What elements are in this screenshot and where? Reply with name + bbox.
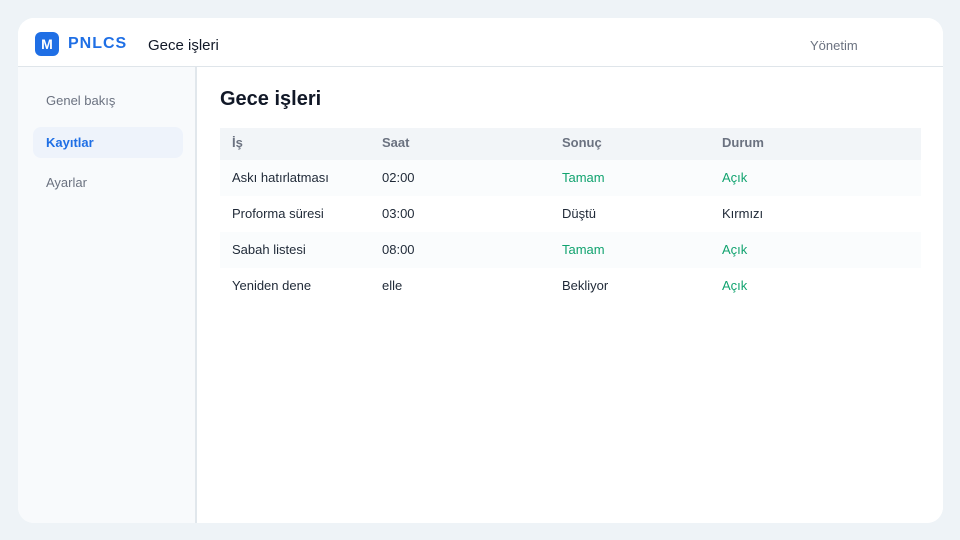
time-cell: elle	[382, 278, 403, 293]
column-header-job: İş	[232, 135, 243, 150]
sidebar-item-settings[interactable]: Ayarlar	[33, 167, 183, 198]
job-cell: Askı hatırlatması	[232, 170, 329, 185]
time-cell: 03:00	[382, 206, 415, 221]
top-bar: M PNLCS Gece işleri Yönetim	[18, 18, 943, 67]
table-header-row: İş Saat Sonuç Durum	[220, 128, 921, 160]
table-row[interactable]: Sabah listesi 08:00 Tamam Açık	[220, 232, 921, 268]
page-title: Gece işleri	[220, 88, 322, 110]
status-cell: Açık	[722, 278, 748, 293]
table-row[interactable]: Proforma süresi 03:00 Düştü Kırmızı	[220, 196, 921, 232]
result-cell: Tamam	[562, 170, 605, 185]
result-cell: Düştü	[562, 206, 596, 221]
column-header-status: Durum	[722, 135, 764, 150]
sidebar-item-overview[interactable]: Genel bakış	[33, 85, 183, 116]
time-cell: 08:00	[382, 242, 415, 257]
app-window: M PNLCS Gece işleri Yönetim Genel bakış …	[18, 18, 943, 523]
status-cell: Açık	[722, 170, 748, 185]
result-cell: Bekliyor	[562, 278, 609, 293]
page-heading: Gece işleri	[148, 37, 219, 54]
column-header-time: Saat	[382, 135, 410, 150]
admin-link[interactable]: Yönetim	[810, 38, 858, 54]
status-cell: Açık	[722, 242, 748, 257]
table-row[interactable]: Askı hatırlatması 02:00 Tamam Açık	[220, 160, 921, 196]
sidebar: Genel bakış Kayıtlar Ayarlar	[18, 67, 197, 523]
jobs-table: İş Saat Sonuç Durum Askı hatırlatması 02…	[220, 128, 921, 304]
job-cell: Yeniden dene	[232, 278, 312, 293]
job-cell: Sabah listesi	[232, 242, 306, 257]
brand-logo-icon: M	[35, 32, 59, 56]
table-row[interactable]: Yeniden dene elle Bekliyor Açık	[220, 268, 921, 304]
brand-name: PNLCS	[68, 35, 128, 52]
status-cell: Kırmızı	[722, 206, 764, 221]
sidebar-item-logs[interactable]: Kayıtlar	[33, 127, 183, 158]
job-cell: Proforma süresi	[232, 206, 324, 221]
main-content: Gece işleri İş Saat Sonuç Durum Askı hat…	[197, 67, 943, 523]
column-header-result: Sonuç	[562, 135, 602, 150]
time-cell: 02:00	[382, 170, 415, 185]
result-cell: Tamam	[562, 242, 605, 257]
